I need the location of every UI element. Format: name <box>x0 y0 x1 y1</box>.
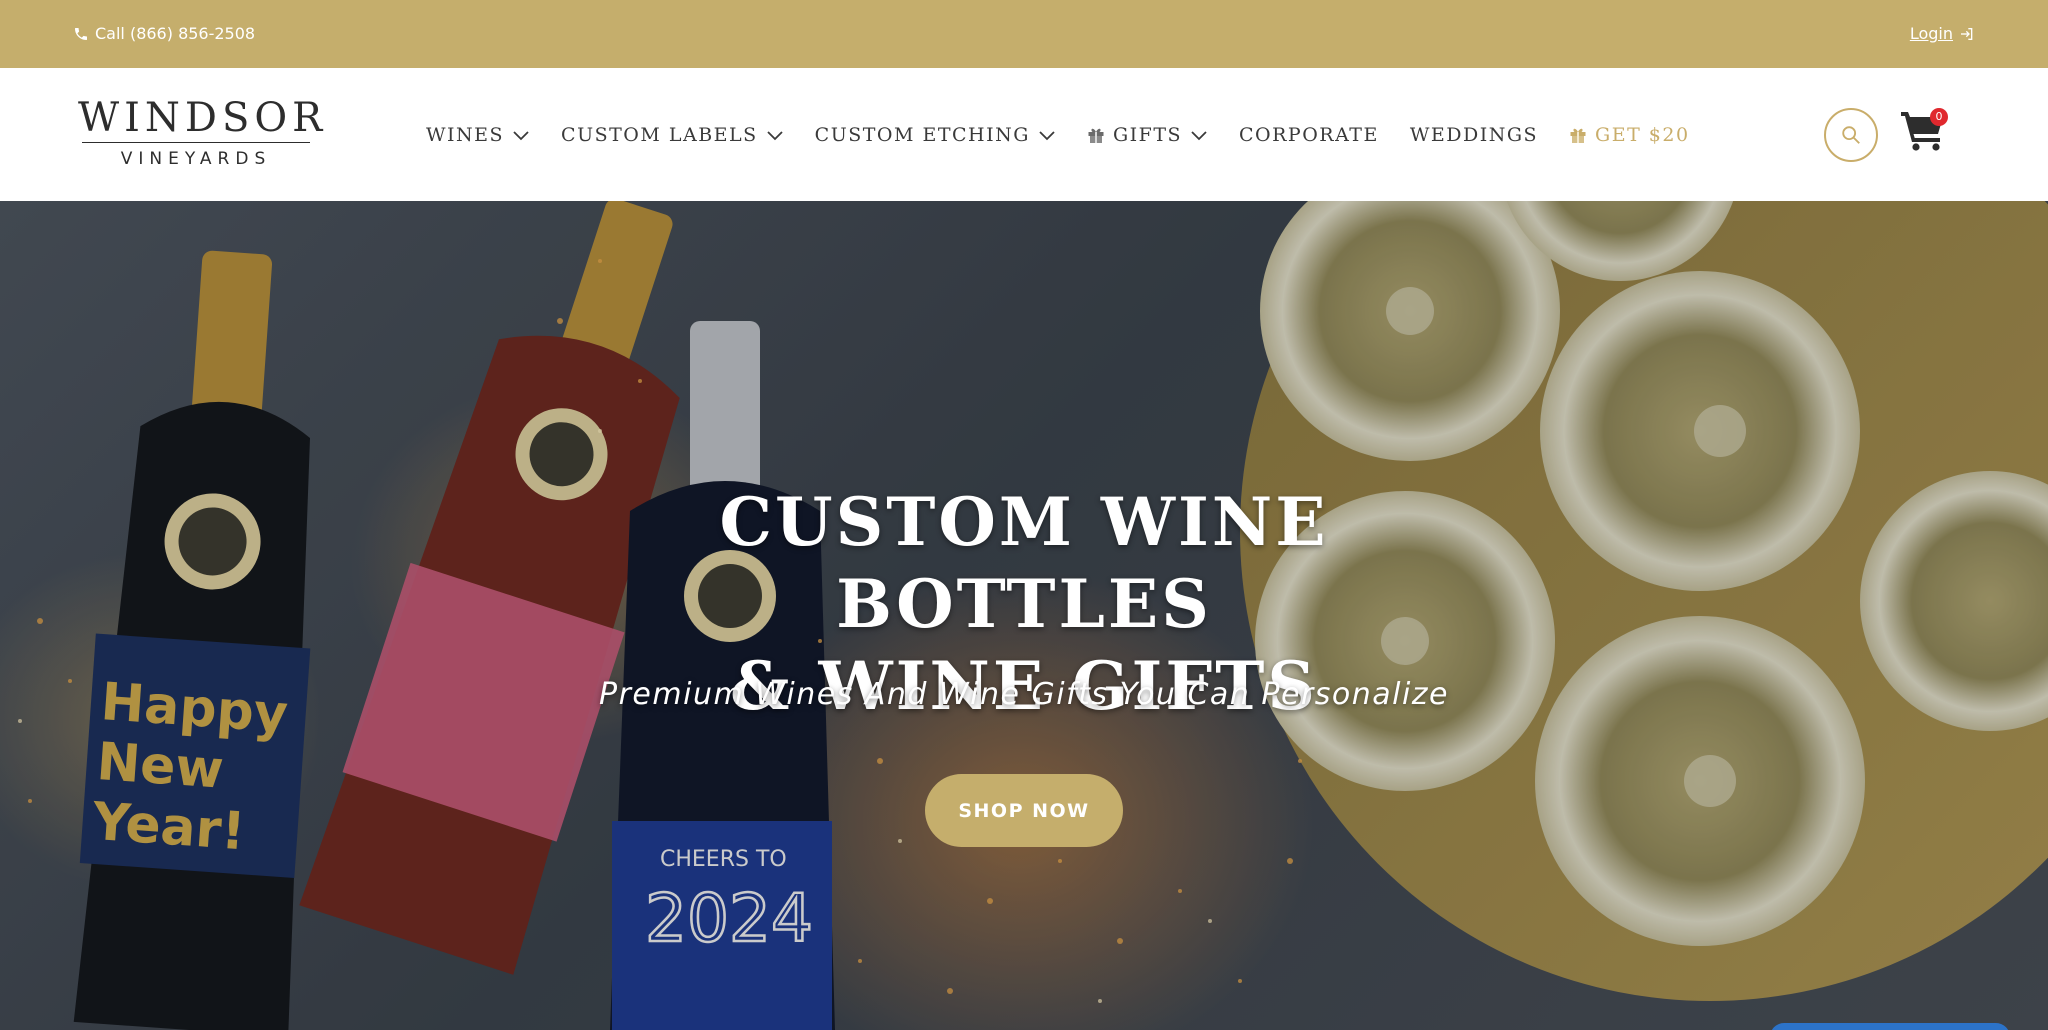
login-link[interactable]: Login <box>1910 24 1975 43</box>
nav-label: WINES <box>426 124 505 146</box>
cart-button[interactable]: 0 <box>1900 108 1950 156</box>
hero-banner: Happy New Year! CHEERS TO 2024 CUSTOM WI… <box>0 201 2048 1030</box>
hero-title-line1: CUSTOM WINE BOTTLES <box>719 483 1329 643</box>
main-nav: WINES CUSTOM LABELS CUSTOM ETCHING GIFTS… <box>426 118 1690 152</box>
brand-tagline: VINEYARDS <box>120 149 272 169</box>
login-arrow-icon <box>1961 27 1973 40</box>
nav-item-wines[interactable]: WINES <box>426 124 530 146</box>
nav-label: CUSTOM ETCHING <box>814 124 1030 146</box>
search-icon <box>1842 126 1860 144</box>
hero-subtitle: Premium Wines And Wine Gifts You Can Per… <box>599 677 1449 712</box>
login-label: Login <box>1909 24 1953 43</box>
logo-divider <box>82 142 310 143</box>
brand-logo[interactable]: WINDSOR VINEYARDS <box>78 95 328 172</box>
phone-icon <box>75 27 87 40</box>
chevron-down-icon <box>1191 131 1207 141</box>
nav-item-custom-labels[interactable]: CUSTOM LABELS <box>561 124 784 146</box>
nav-label: GET $20 <box>1595 124 1690 146</box>
nav-label: CUSTOM LABELS <box>561 124 758 146</box>
brand-name: WINDSOR <box>78 95 328 141</box>
gift-icon <box>1570 128 1586 143</box>
nav-item-weddings[interactable]: WEDDINGS <box>1410 124 1538 146</box>
phone-link[interactable]: Call (866) 856-2508 <box>73 24 255 43</box>
chat-widget-tab[interactable] <box>1770 1023 2010 1030</box>
nav-item-custom-etching[interactable]: CUSTOM ETCHING <box>815 124 1056 146</box>
nav-item-get-20[interactable]: GET $20 <box>1569 124 1690 146</box>
chevron-down-icon <box>1039 131 1055 141</box>
shop-now-button[interactable]: SHOP NOW <box>925 774 1123 847</box>
chevron-down-icon <box>513 131 529 141</box>
chevron-down-icon <box>767 131 783 141</box>
nav-item-gifts[interactable]: GIFTS <box>1087 124 1208 146</box>
nav-label: WEDDINGS <box>1409 124 1539 146</box>
phone-label: Call (866) 856-2508 <box>95 24 256 43</box>
top-bar: Call (866) 856-2508 Login <box>0 0 2048 68</box>
nav-label: CORPORATE <box>1239 124 1379 146</box>
search-button[interactable] <box>1824 108 1878 162</box>
cart-count-badge: 0 <box>1930 108 1948 126</box>
nav-item-corporate[interactable]: CORPORATE <box>1239 124 1379 146</box>
gift-icon <box>1088 128 1104 143</box>
nav-label: GIFTS <box>1112 124 1183 146</box>
site-header: WINDSOR VINEYARDS WINES CUSTOM LABELS CU… <box>0 68 2048 201</box>
